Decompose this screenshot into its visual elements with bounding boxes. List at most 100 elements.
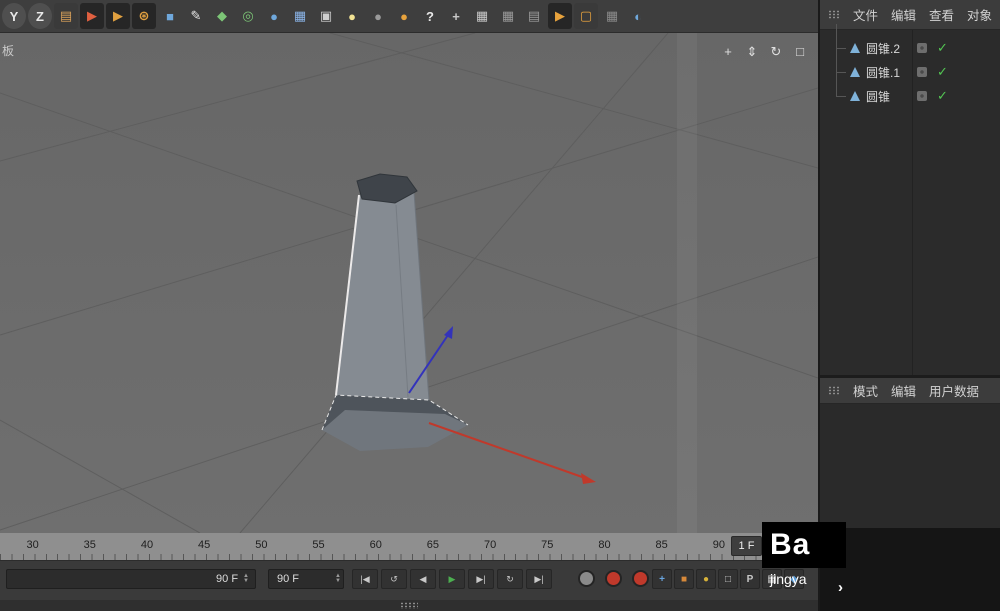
frame-value: 90 F bbox=[277, 573, 330, 585]
render-settings-button[interactable]: ⊛ bbox=[132, 3, 156, 29]
object-row-cone-1[interactable]: 圆锥.1 ✓ bbox=[820, 60, 1000, 84]
stepper-icon[interactable]: ▲ ▼ bbox=[243, 574, 249, 584]
render-view-button[interactable]: ▶ bbox=[80, 3, 104, 29]
panel-resize-handle[interactable] bbox=[400, 602, 418, 609]
panel-drag-handle-icon[interactable] bbox=[828, 386, 840, 395]
cone-object-icon bbox=[850, 43, 860, 53]
axis-y-toggle[interactable]: Y bbox=[2, 3, 26, 29]
toolbar-icon-glyph: ? bbox=[426, 9, 434, 24]
viewport-label: 板 bbox=[2, 42, 14, 59]
prev-frame-button[interactable]: ◀ bbox=[410, 569, 436, 589]
toolbar-icon-glyph: ▣ bbox=[320, 8, 332, 24]
object-menu[interactable]: 对象 bbox=[967, 5, 992, 24]
zoom-view-icon[interactable]: ⇕ bbox=[744, 44, 760, 60]
current-frame-box[interactable]: 1 F bbox=[731, 536, 762, 556]
play-button[interactable]: ▶ bbox=[439, 569, 465, 589]
edit-menu[interactable]: 编辑 bbox=[891, 5, 916, 24]
ruler-tick-label: 60 bbox=[347, 533, 404, 560]
dynamics-button[interactable]: ◐ bbox=[626, 3, 650, 29]
ruler-tick-label: 55 bbox=[290, 533, 347, 560]
play-backwards-button[interactable]: ↺ bbox=[381, 569, 407, 589]
array-button[interactable]: ▦ bbox=[288, 3, 312, 29]
help-button[interactable]: ? bbox=[418, 3, 442, 29]
toolbar-icon-glyph: ◐ bbox=[634, 9, 642, 24]
current-frame-spinner[interactable]: 90 F ▲ ▼ bbox=[268, 569, 344, 589]
loop-button[interactable]: ↻ bbox=[497, 569, 523, 589]
attribute-manager-menubar: 模式 编辑 用户数据 bbox=[820, 378, 1000, 404]
ruler-tick-label: 35 bbox=[61, 533, 118, 560]
add-cube-button[interactable]: ■ bbox=[158, 3, 182, 29]
perspective-viewport[interactable]: 板 + ⇕ ↻ □ bbox=[0, 33, 818, 533]
toolbar-icon-glyph: + bbox=[452, 9, 460, 24]
enabled-check-icon[interactable]: ✓ bbox=[937, 88, 948, 104]
film-render-button[interactable]: ▶ bbox=[548, 3, 572, 29]
view-menu[interactable]: 查看 bbox=[929, 5, 954, 24]
volume-button[interactable]: ● bbox=[262, 3, 286, 29]
record-scale-toggle[interactable]: ■ bbox=[674, 569, 694, 589]
object-row-cone-2[interactable]: 圆锥.2 ✓ bbox=[820, 36, 1000, 60]
edit-menu[interactable]: 编辑 bbox=[891, 381, 916, 400]
panel-drag-handle-icon[interactable] bbox=[828, 10, 840, 19]
render-to-picture-button[interactable]: ▶ bbox=[106, 3, 130, 29]
timeline-ruler[interactable]: 1 F 30 35 40 45 50 55 60 65 70 75 80 85 … bbox=[0, 533, 766, 560]
camera-button[interactable]: ▣ bbox=[314, 3, 338, 29]
pan-view-icon[interactable]: + bbox=[720, 44, 736, 60]
character-objects-button[interactable]: ◆ bbox=[210, 3, 234, 29]
object-row-cone[interactable]: 圆锥 ✓ bbox=[820, 84, 1000, 108]
toolbar-icon-glyph: ▢ bbox=[580, 8, 592, 24]
goto-end-button[interactable]: ▶| bbox=[526, 569, 552, 589]
light-button[interactable]: ● bbox=[340, 3, 364, 29]
toolbar-icon-glyph: ▦ bbox=[502, 8, 514, 24]
snap-grid-button[interactable]: ▦ bbox=[470, 3, 494, 29]
toggle-view-icon[interactable]: □ bbox=[792, 44, 808, 60]
keyframe-options-button[interactable] bbox=[632, 570, 649, 587]
axis-tool-button[interactable]: + bbox=[444, 3, 468, 29]
x-axis-arrow[interactable] bbox=[429, 423, 596, 484]
autokey-button[interactable] bbox=[605, 570, 622, 587]
visibility-dots-icon[interactable] bbox=[917, 91, 927, 101]
light-secondary-button[interactable]: ● bbox=[366, 3, 390, 29]
viewport-canvas[interactable] bbox=[0, 33, 818, 533]
file-menu[interactable]: 文件 bbox=[853, 5, 878, 24]
stepper-icon[interactable]: ▲ ▼ bbox=[335, 574, 341, 584]
mograph-button[interactable]: ◎ bbox=[236, 3, 260, 29]
attribute-manager-body[interactable] bbox=[820, 404, 1000, 528]
transport-bar: 90 F ▲ ▼ 90 F ▲ ▼ |◀ ↺ ◀ ▶ ▶| bbox=[0, 560, 818, 601]
snap-grid-secondary-button[interactable]: ▦ bbox=[496, 3, 520, 29]
record-parameter-toggle[interactable]: □ bbox=[718, 569, 738, 589]
record-rotation-toggle[interactable]: ● bbox=[696, 569, 716, 589]
user-data-menu[interactable]: 用户数据 bbox=[929, 381, 979, 400]
grid-array-button[interactable]: ▦ bbox=[600, 3, 624, 29]
enabled-check-icon[interactable]: ✓ bbox=[937, 40, 948, 56]
visibility-dots-icon[interactable] bbox=[917, 43, 927, 53]
ruler-tick-label: 30 bbox=[4, 533, 61, 560]
pen-tool-button[interactable]: ✎ bbox=[184, 3, 208, 29]
content-browser-button[interactable]: ▢ bbox=[574, 3, 598, 29]
autokey-region-toggle[interactable]: ◆ bbox=[784, 569, 804, 589]
sky-button[interactable]: ● bbox=[392, 3, 416, 29]
stepper-down-icon[interactable]: ▼ bbox=[243, 579, 249, 584]
record-pla-toggle[interactable]: P bbox=[740, 569, 760, 589]
toolbar-icon-glyph: Y bbox=[10, 9, 19, 24]
enabled-check-icon[interactable]: ✓ bbox=[937, 64, 948, 80]
mode-menu[interactable]: 模式 bbox=[853, 381, 878, 400]
record-controls bbox=[578, 570, 649, 587]
next-frame-button[interactable]: ▶| bbox=[468, 569, 494, 589]
toolbar-icon-glyph: ▤ bbox=[528, 8, 540, 24]
cone-object[interactable] bbox=[322, 174, 468, 451]
record-position-toggle[interactable]: + bbox=[652, 569, 672, 589]
cone-object-icon bbox=[850, 91, 860, 101]
goto-start-button[interactable]: |◀ bbox=[352, 569, 378, 589]
keyframe-selection-toggle[interactable]: ▦ bbox=[762, 569, 782, 589]
object-manager-tree[interactable]: 圆锥.2 ✓ 圆锥.1 ✓ 圆锥 ✓ bbox=[820, 30, 1000, 375]
rotate-view-icon[interactable]: ↻ bbox=[768, 44, 784, 60]
workplane-icon[interactable]: ▤ bbox=[54, 3, 78, 29]
visibility-dots-icon[interactable] bbox=[917, 67, 927, 77]
stepper-down-icon[interactable]: ▼ bbox=[335, 579, 341, 584]
quantize-button[interactable]: ▤ bbox=[522, 3, 546, 29]
record-keyframe-button[interactable] bbox=[578, 570, 595, 587]
axis-z-toggle[interactable]: Z bbox=[28, 3, 52, 29]
timeline-range-slider[interactable]: 90 F ▲ ▼ bbox=[6, 569, 256, 589]
toolbar-icon-glyph: ▶ bbox=[555, 8, 565, 24]
ruler-tick-label: 80 bbox=[576, 533, 633, 560]
